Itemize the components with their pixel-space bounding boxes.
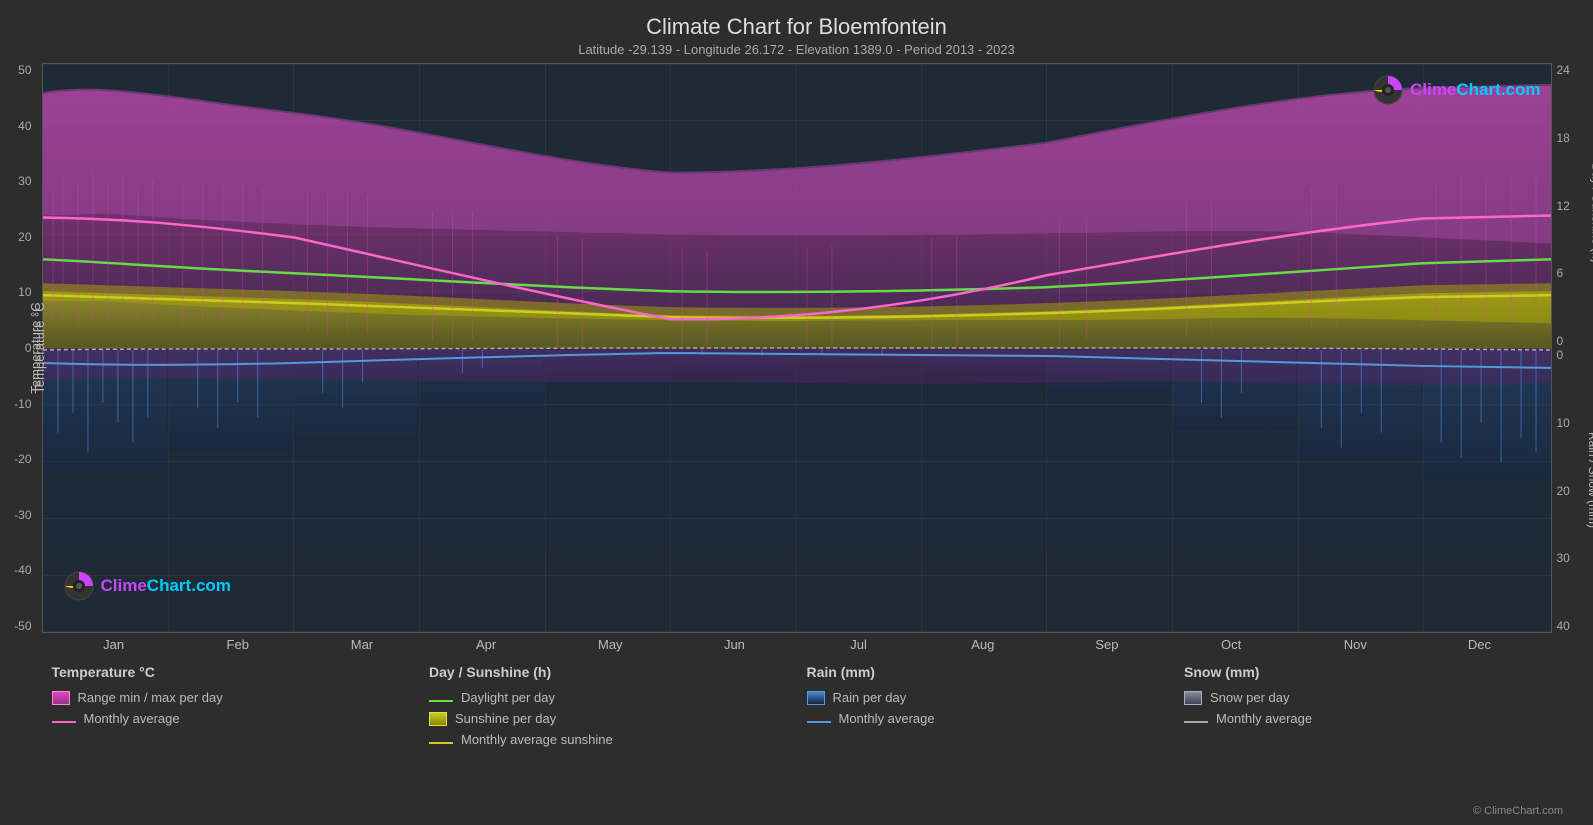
month-apr: Apr xyxy=(424,637,548,652)
month-jul: Jul xyxy=(797,637,921,652)
legend-line-daylight xyxy=(429,700,453,702)
legend-area: Temperature °C Range min / max per day M… xyxy=(42,664,1552,747)
legend-item-temp-avg: Monthly average xyxy=(52,711,410,726)
chart-title: Climate Chart for Bloemfontein xyxy=(646,14,947,40)
month-jun: Jun xyxy=(672,637,796,652)
legend-title-rain: Rain (mm) xyxy=(807,664,1165,680)
logo-icon-bottom xyxy=(63,570,95,602)
month-jan: Jan xyxy=(52,637,176,652)
legend-item-snow-day: Snow per day xyxy=(1184,690,1542,705)
page-wrapper: Climate Chart for Bloemfontein Latitude … xyxy=(0,0,1593,825)
legend-label-snow-day: Snow per day xyxy=(1210,690,1290,705)
legend-item-sunshine: Sunshine per day xyxy=(429,711,787,726)
month-dec: Dec xyxy=(1417,637,1541,652)
legend-item-snow-avg: Monthly average xyxy=(1184,711,1542,726)
month-may: May xyxy=(548,637,672,652)
legend-swatch-sunshine xyxy=(429,712,447,726)
legend-col-temperature: Temperature °C Range min / max per day M… xyxy=(42,664,420,747)
copyright-text: © ClimeChart.com xyxy=(1473,805,1563,817)
legend-line-temp-avg xyxy=(52,721,76,723)
legend-label-temp-avg: Monthly average xyxy=(84,711,180,726)
month-oct: Oct xyxy=(1169,637,1293,652)
month-feb: Feb xyxy=(176,637,300,652)
legend-item-rain-avg: Monthly average xyxy=(807,711,1165,726)
chart-wrapper: 50 40 30 20 10 0 -10 -20 -30 -40 -50 Tem… xyxy=(42,63,1552,633)
month-aug: Aug xyxy=(921,637,1045,652)
chart-svg xyxy=(43,64,1551,632)
legend-col-snow: Snow (mm) Snow per day Monthly average ©… xyxy=(1174,664,1552,747)
x-months-row: Jan Feb Mar Apr May Jun Jul Aug Sep Oct … xyxy=(42,637,1552,652)
legend-item-daylight: Daylight per day xyxy=(429,690,787,705)
month-nov: Nov xyxy=(1293,637,1417,652)
legend-col-sunshine: Day / Sunshine (h) Daylight per day Suns… xyxy=(419,664,797,747)
logo-top-right: ClimeChart.com xyxy=(1372,74,1540,106)
legend-line-rain-avg xyxy=(807,721,831,723)
legend-title-temperature: Temperature °C xyxy=(52,664,410,680)
legend-line-avg-sunshine xyxy=(429,742,453,744)
legend-label-daylight: Daylight per day xyxy=(461,690,555,705)
legend-swatch-snow xyxy=(1184,691,1202,705)
legend-label-sunshine: Sunshine per day xyxy=(455,711,556,726)
logo-text-bottom: ClimeChart.com xyxy=(101,576,231,596)
month-sep: Sep xyxy=(1045,637,1169,652)
legend-label-temp-range: Range min / max per day xyxy=(78,690,223,705)
legend-label-rain-day: Rain per day xyxy=(833,690,907,705)
y-axis-left-label-rotated: Temperature °C xyxy=(32,302,47,393)
legend-col-rain: Rain (mm) Rain per day Monthly average xyxy=(797,664,1175,747)
legend-label-snow-avg: Monthly average xyxy=(1216,711,1312,726)
logo-icon-top xyxy=(1372,74,1404,106)
legend-swatch-temp-range xyxy=(52,691,70,705)
legend-item-rain-day: Rain per day xyxy=(807,690,1165,705)
logo-bottom-left: ClimeChart.com xyxy=(63,570,231,602)
month-mar: Mar xyxy=(300,637,424,652)
legend-title-sunshine: Day / Sunshine (h) xyxy=(429,664,787,680)
y-ticks-right: 24 18 12 6 0 xyxy=(1557,63,1593,348)
legend-line-snow-avg xyxy=(1184,721,1208,723)
logo-text-top: ClimeChart.com xyxy=(1410,80,1540,100)
chart-area: ClimeChart.com ClimeChart.com xyxy=(42,63,1552,633)
chart-subtitle: Latitude -29.139 - Longitude 26.172 - El… xyxy=(578,42,1015,57)
legend-swatch-rain xyxy=(807,691,825,705)
legend-item-temp-range: Range min / max per day xyxy=(52,690,410,705)
legend-label-avg-sunshine: Monthly average sunshine xyxy=(461,732,613,747)
legend-label-rain-avg: Monthly average xyxy=(839,711,935,726)
y-ticks-left: 50 40 30 20 10 0 -10 -20 -30 -40 -50 xyxy=(0,63,32,633)
legend-item-avg-sunshine: Monthly average sunshine xyxy=(429,732,787,747)
legend-title-snow: Snow (mm) xyxy=(1184,664,1542,680)
y-axis-right-bottom-label: Rain / Snow (mm) xyxy=(1586,432,1593,528)
